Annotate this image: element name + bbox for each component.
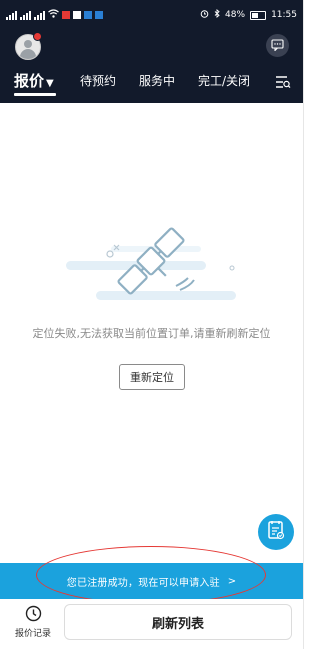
schedule-list-icon — [267, 520, 285, 544]
status-right: 48% 11:55 — [200, 9, 297, 21]
list-filter-icon[interactable] — [275, 74, 291, 89]
bottom-bar: 报价记录 刷新列表 — [0, 599, 303, 649]
app-notification-icon-4 — [95, 11, 103, 19]
app-screen: 48% 11:55 报价 ▼ 待预约 服务中 完工/关闭 定位失败,无法获取当前… — [0, 0, 303, 649]
order-tabs: 报价 ▼ 待预约 服务中 完工/关闭 — [0, 66, 303, 98]
message-button[interactable] — [266, 34, 289, 57]
location-failed-message: 定位失败,无法获取当前位置订单,请重新刷新定位 — [32, 327, 271, 340]
signal-icon-2 — [20, 10, 31, 20]
status-left — [6, 9, 103, 21]
top-header: 48% 11:55 报价 ▼ 待预约 服务中 完工/关闭 — [0, 0, 303, 103]
tab-quote-label: 报价 — [14, 72, 45, 90]
signal-icon-3 — [34, 10, 45, 20]
satellite-icon — [66, 216, 236, 306]
clock: 11:55 — [271, 10, 297, 20]
wifi-icon — [48, 9, 59, 21]
app-notification-icon-3 — [84, 11, 92, 19]
quote-record-button[interactable]: 报价记录 — [10, 605, 56, 645]
alarm-icon — [200, 9, 209, 21]
app-notification-icon — [62, 11, 70, 19]
scroll-gutter — [303, 0, 320, 649]
bluetooth-icon — [214, 9, 220, 21]
app-notification-icon-2 — [73, 11, 81, 19]
register-success-banner[interactable]: 您已注册成功，现在可以申请入驻 > — [0, 563, 303, 599]
battery-icon — [250, 10, 267, 20]
tab-completed-closed[interactable]: 完工/关闭 — [198, 72, 250, 89]
tab-quote[interactable]: 报价 ▼ — [14, 70, 54, 91]
signal-icon — [6, 10, 17, 20]
tab-pending-appointment[interactable]: 待预约 — [80, 72, 116, 89]
chat-icon — [271, 36, 284, 55]
caret-down-icon: ▼ — [46, 78, 54, 89]
active-tab-indicator — [14, 93, 56, 96]
refresh-list-button[interactable]: 刷新列表 — [64, 604, 292, 640]
quote-record-label: 报价记录 — [14, 629, 51, 639]
schedule-fab[interactable] — [258, 514, 294, 550]
tab-in-service[interactable]: 服务中 — [139, 72, 175, 89]
status-bar: 48% 11:55 — [0, 0, 303, 30]
chevron-right-icon: > — [227, 575, 237, 587]
banner-text: 您已注册成功，现在可以申请入驻 — [66, 577, 220, 589]
clock-icon — [25, 605, 42, 622]
battery-percent: 48% — [225, 10, 246, 20]
relocate-button[interactable]: 重新定位 — [119, 364, 185, 390]
notification-dot — [33, 32, 42, 41]
